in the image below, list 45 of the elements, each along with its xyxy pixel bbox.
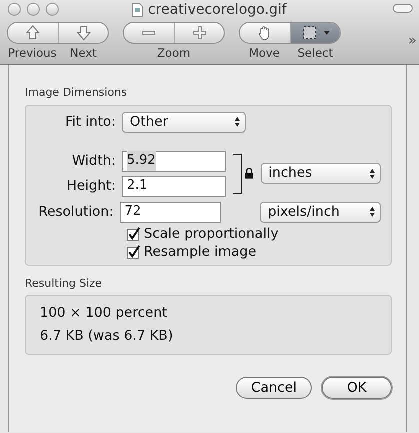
constraint-bracket [232,154,242,194]
fit-into-popup[interactable]: Other [122,112,246,132]
units-popup[interactable]: inches [260,163,381,184]
checkbox-label[interactable]: Resample image [144,242,257,260]
resolution-field[interactable]: 72 [120,202,222,222]
result-text: 6.7 KB (was 6.7 KB) [40,327,174,346]
field-label: Width: [71,152,117,171]
height-field[interactable]: 2.1 [122,176,226,196]
arrow-down-icon [76,25,92,41]
field-label: Resolution: [38,202,115,222]
field-label: Fit into: [64,112,117,132]
document-icon [132,3,144,17]
lock-icon [245,168,254,179]
tool-label: Zoom [157,46,191,60]
checkbox[interactable] [127,226,141,240]
minimize-button[interactable] [27,3,40,16]
zoom-button[interactable] [46,3,59,16]
result-text: 100 × 100 percent [40,304,168,323]
checkbox-label[interactable]: Scale proportionally [144,224,279,242]
field-label: Height: [66,176,117,196]
segmented-control[interactable] [239,22,341,44]
updown-arrows-icon [369,206,376,218]
ok-button[interactable]: OK [322,377,392,399]
marquee-select-icon [302,25,318,41]
segmented-control[interactable] [123,22,225,44]
updown-arrows-icon [234,116,241,128]
width-field[interactable]: 5.92 [122,150,226,172]
group-title: Resulting Size [25,276,104,292]
toolbar-toggle-button[interactable] [393,4,413,13]
arrow-up-icon [25,25,41,41]
segmented-control[interactable] [7,22,109,44]
cancel-button[interactable]: Cancel [236,377,312,399]
updown-arrows-icon [369,168,376,180]
group-title: Image Dimensions [25,85,128,101]
tool-label: Select [296,46,334,60]
marquee-select-button[interactable] [290,23,340,43]
tool-label: Previous [7,46,58,60]
resolution-units-popup[interactable]: pixels/inch [260,202,381,222]
tool-label: Move [248,46,281,60]
plus-icon [192,25,208,41]
tool-label: Next [69,46,98,60]
checkbox[interactable] [127,244,141,258]
window-title: creativecorelogo.gif [148,0,287,20]
overflow-chevron-icon[interactable]: » [408,34,417,48]
close-button[interactable] [8,3,21,16]
